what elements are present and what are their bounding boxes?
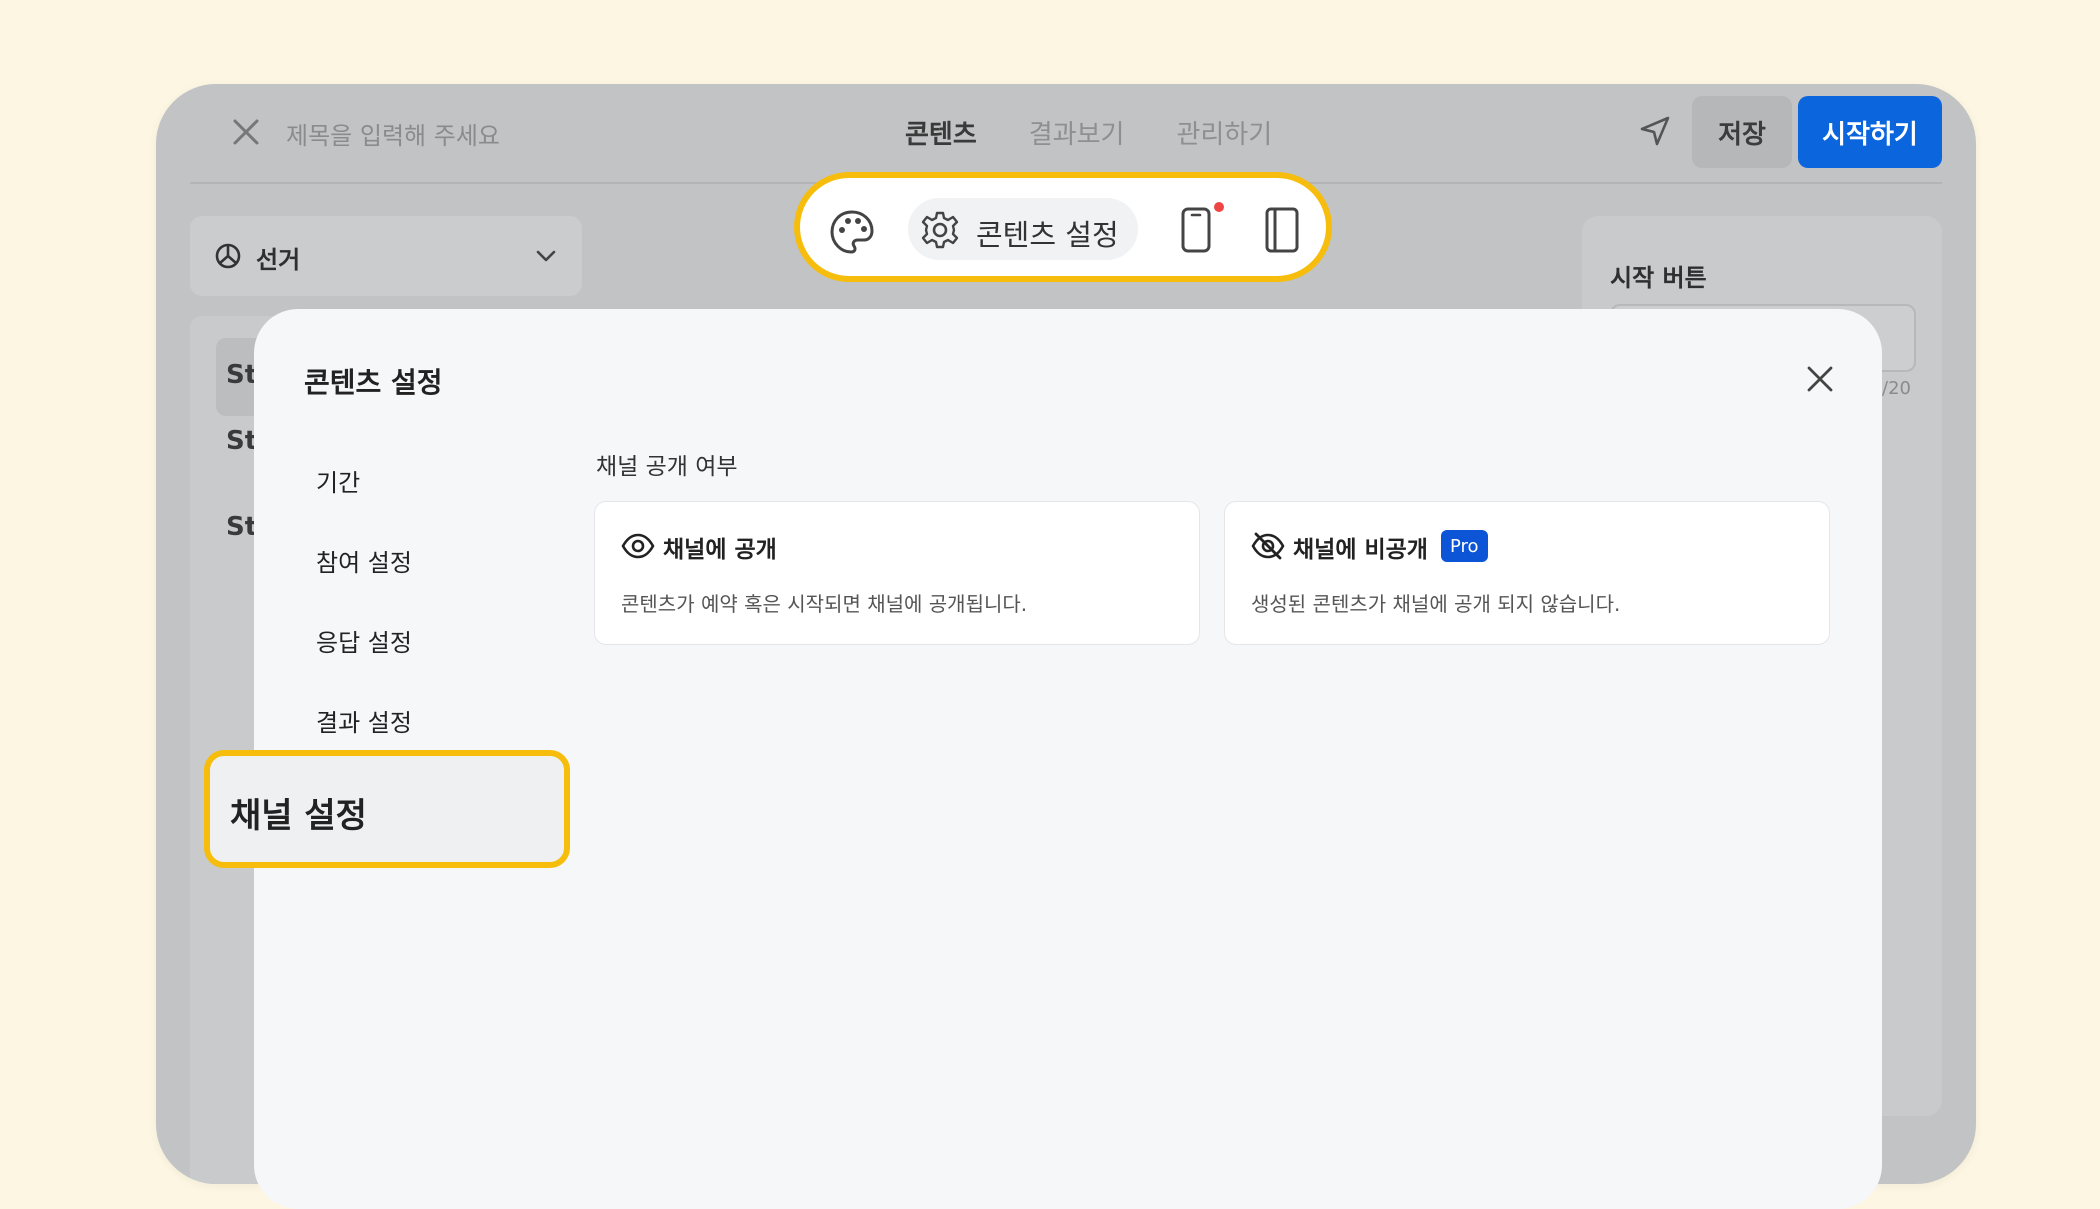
eye-off-icon bbox=[1251, 532, 1285, 560]
main-tabs: 콘텐츠 결과보기 관리하기 bbox=[905, 114, 1272, 151]
list-item[interactable]: St bbox=[226, 512, 257, 542]
char-counter: /20 bbox=[1882, 378, 1911, 399]
close-icon[interactable] bbox=[1806, 365, 1834, 393]
gear-icon bbox=[921, 211, 959, 249]
chevron-down-icon bbox=[536, 250, 556, 262]
notification-dot bbox=[1214, 202, 1224, 212]
public-option-title: 채널에 공개 bbox=[663, 537, 777, 563]
type-select[interactable]: 선거 bbox=[190, 216, 582, 296]
private-option-title: 채널에 비공개 bbox=[1293, 537, 1428, 563]
pie-chart-icon bbox=[215, 243, 241, 269]
nav-period[interactable]: 기간 bbox=[316, 463, 360, 498]
nav-result-settings[interactable]: 결과 설정 bbox=[316, 703, 412, 738]
save-button[interactable]: 저장 bbox=[1692, 96, 1792, 168]
tab-contents[interactable]: 콘텐츠 bbox=[905, 114, 977, 151]
pro-badge: Pro bbox=[1441, 530, 1488, 562]
nav-channel-settings[interactable]: 채널 설정 bbox=[204, 750, 570, 868]
public-option-description: 콘텐츠가 예약 혹은 시작되면 채널에 공개됩니다. bbox=[621, 592, 1028, 616]
modal-title: 콘텐츠 설정 bbox=[304, 366, 443, 399]
tab-results[interactable]: 결과보기 bbox=[1029, 114, 1125, 151]
top-bar: 제목을 입력해 주세요 콘텐츠 결과보기 관리하기 저장 시작하기 bbox=[190, 84, 1942, 184]
nav-response-settings[interactable]: 응답 설정 bbox=[316, 623, 412, 658]
nav-channel-settings-label: 채널 설정 bbox=[230, 796, 367, 836]
nav-participation-settings[interactable]: 참여 설정 bbox=[316, 543, 412, 578]
palette-icon[interactable] bbox=[828, 208, 876, 256]
private-option-card[interactable]: 채널에 비공개 Pro 생성된 콘텐츠가 채널에 공개 되지 않습니다. bbox=[1224, 501, 1830, 645]
content-settings-button[interactable]: 콘텐츠 설정 bbox=[908, 198, 1138, 260]
start-button-heading: 시작 버튼 bbox=[1610, 264, 1707, 292]
book-icon[interactable] bbox=[1264, 206, 1300, 254]
content-settings-label: 콘텐츠 설정 bbox=[976, 218, 1119, 252]
title-input[interactable]: 제목을 입력해 주세요 bbox=[286, 116, 500, 151]
close-icon[interactable] bbox=[230, 116, 262, 148]
list-item[interactable]: St bbox=[226, 426, 257, 456]
private-option-description: 생성된 콘텐츠가 채널에 공개 되지 않습니다. bbox=[1251, 592, 1621, 616]
editor-toolbar: 콘텐츠 설정 bbox=[794, 172, 1332, 282]
eye-icon bbox=[621, 533, 655, 559]
mobile-icon[interactable] bbox=[1180, 206, 1212, 254]
tab-manage[interactable]: 관리하기 bbox=[1176, 114, 1272, 151]
public-option-card[interactable]: 채널에 공개 콘텐츠가 예약 혹은 시작되면 채널에 공개됩니다. bbox=[594, 501, 1200, 645]
send-icon[interactable] bbox=[1638, 114, 1672, 148]
start-button[interactable]: 시작하기 bbox=[1798, 96, 1942, 168]
type-select-label: 선거 bbox=[256, 246, 301, 274]
section-title: 채널 공개 여부 bbox=[596, 454, 738, 480]
